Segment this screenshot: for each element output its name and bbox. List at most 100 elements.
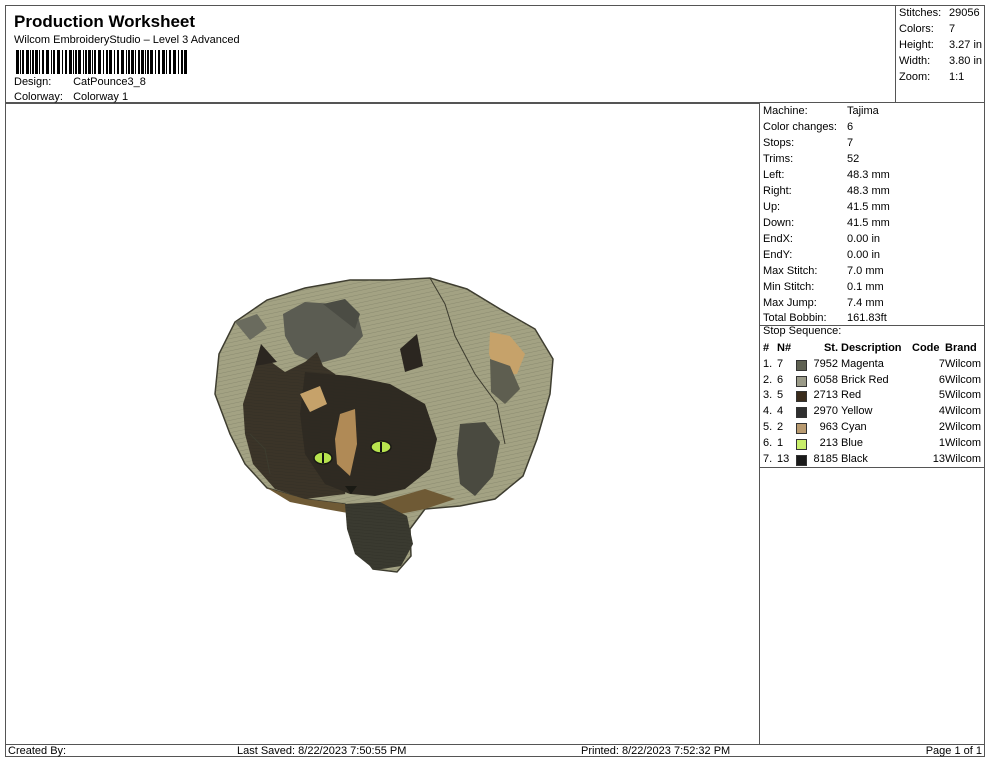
info-trims: Trims: 52	[763, 151, 859, 167]
info-value: 161.83ft	[847, 312, 887, 324]
page-number: Page 1 of 1	[925, 745, 982, 757]
barcode-bar	[88, 50, 91, 74]
barcode-bar	[138, 50, 140, 74]
summary-width: Width: 3.80 in	[899, 55, 982, 67]
stop-row: 6. 1 213 Blue 1 Wilcom	[760, 436, 985, 452]
stop-row: 1. 7 7952 Magenta 7 Wilcom	[760, 357, 985, 373]
stop-num: 4.	[763, 405, 773, 418]
stop-row: 4. 4 2970 Yellow 4 Wilcom	[760, 404, 985, 420]
info-label: Max Stitch:	[763, 265, 818, 277]
stop-needle: 7	[777, 357, 784, 370]
stop-needle: 5	[777, 389, 784, 402]
stop-row: 3. 5 2713 Red 5 Wilcom	[760, 388, 985, 404]
barcode-bar	[145, 50, 146, 74]
barcode-bar	[158, 50, 160, 74]
info-label: Min Stitch:	[763, 281, 815, 293]
stop-stitches: 8185	[813, 452, 838, 465]
design-value: CatPounce3_8	[73, 76, 146, 88]
barcode-bar	[184, 50, 187, 74]
summary-zoom: Zoom: 1:1	[899, 71, 964, 83]
info-value: 48.3 mm	[847, 169, 890, 181]
barcode-bar	[85, 50, 87, 74]
barcode-bar	[62, 50, 63, 74]
stop-table-header: # N# St. Description Code Brand	[760, 341, 985, 357]
barcode-bar	[162, 50, 165, 74]
worksheet-header: Production Worksheet Wilcom EmbroiderySt…	[5, 5, 895, 103]
barcode-bar	[109, 50, 112, 74]
info-value: 6	[847, 121, 854, 133]
summary-colors: Colors: 7	[899, 23, 955, 35]
stop-num: 6.	[763, 436, 773, 449]
info-label: Trims:	[763, 153, 794, 165]
barcode-bar	[22, 50, 24, 74]
stop-code: 13	[932, 452, 945, 465]
stop-brand: Wilcom	[945, 436, 982, 449]
stop-brand: Wilcom	[945, 420, 982, 433]
barcode-bar	[39, 50, 40, 74]
barcode-bar	[51, 50, 52, 74]
barcode-bar	[98, 50, 101, 74]
barcode-bar	[57, 50, 60, 74]
stop-description: Black	[841, 452, 868, 465]
worksheet-title: Production Worksheet	[14, 12, 196, 31]
info-min-stitch: Min Stitch: 0.1 mm	[763, 279, 884, 295]
stop-needle: 13	[777, 452, 790, 465]
last-saved: Last Saved: 8/22/2023 7:50:55 PM	[237, 745, 407, 757]
stop-stitches: 6058	[813, 373, 838, 386]
stop-brand: Wilcom	[945, 357, 982, 370]
info-value: 48.3 mm	[847, 185, 890, 197]
printed-date: Printed: 8/22/2023 7:52:32 PM	[581, 745, 731, 757]
stop-description: Blue	[841, 436, 864, 449]
barcode-bar	[126, 50, 127, 74]
barcode-bar	[114, 50, 115, 74]
info-endy: EndY: 0.00 in	[763, 247, 880, 263]
color-swatch	[796, 359, 807, 371]
stop-num: 7.	[763, 452, 773, 465]
barcode-bar	[103, 50, 104, 74]
info-total-bobbin: Total Bobbin: 161.83ft	[763, 310, 887, 326]
stop-description: Magenta	[841, 357, 884, 370]
summary-box: Stitches: 29056 Colors: 7 Height: 3.27 in W…	[895, 5, 985, 103]
info-label: Left:	[763, 169, 785, 181]
stop-num: 2.	[763, 373, 773, 386]
color-swatch	[796, 454, 807, 466]
info-value: 0.00 in	[847, 249, 881, 261]
barcode-bar	[106, 50, 108, 74]
embroidery-design-image	[214, 277, 554, 573]
barcode-bar	[128, 50, 130, 74]
machine-info-panel: Machine: Tajima Color changes: 6 Stops: 7 T…	[760, 103, 985, 744]
summary-label: Width:	[899, 55, 931, 67]
barcode-bar	[83, 50, 84, 74]
summary-value: 3.80 in	[949, 55, 983, 67]
info-down: Down: 41.5 mm	[763, 215, 890, 231]
summary-height: Height: 3.27 in	[899, 39, 982, 51]
stop-num: 5.	[763, 420, 773, 433]
col-n-header: N#	[777, 342, 792, 354]
stop-description: Red	[841, 389, 862, 402]
stop-stitches: 7952	[813, 357, 838, 370]
summary-value: 3.27 in	[949, 39, 983, 51]
barcode-image	[16, 50, 187, 74]
summary-value: 1:1	[949, 71, 965, 83]
stop-brand: Wilcom	[945, 452, 982, 465]
software-subtitle: Wilcom EmbroideryStudio – Level 3 Advanc…	[14, 34, 240, 46]
summary-value: 29056	[949, 7, 980, 19]
barcode-bar	[121, 50, 124, 74]
barcode-bar	[65, 50, 67, 74]
col-desc-header: Description	[841, 342, 902, 354]
barcode-bar	[94, 50, 96, 74]
info-label: Machine:	[763, 105, 808, 117]
info-value: 7.0 mm	[847, 265, 884, 277]
stop-description: Brick Red	[841, 373, 889, 386]
info-value: 0.1 mm	[847, 281, 884, 293]
stop-description: Cyan	[841, 420, 867, 433]
info-value: 41.5 mm	[847, 201, 890, 213]
barcode-bar	[32, 50, 34, 74]
barcode-bar	[131, 50, 134, 74]
info-label: Color changes:	[763, 121, 837, 133]
col-num-header: #	[763, 342, 770, 354]
col-st-header: St.	[823, 342, 838, 354]
col-brand-header: Brand	[945, 342, 977, 354]
design-label: Design:	[14, 76, 52, 88]
stop-needle: 2	[777, 420, 784, 433]
